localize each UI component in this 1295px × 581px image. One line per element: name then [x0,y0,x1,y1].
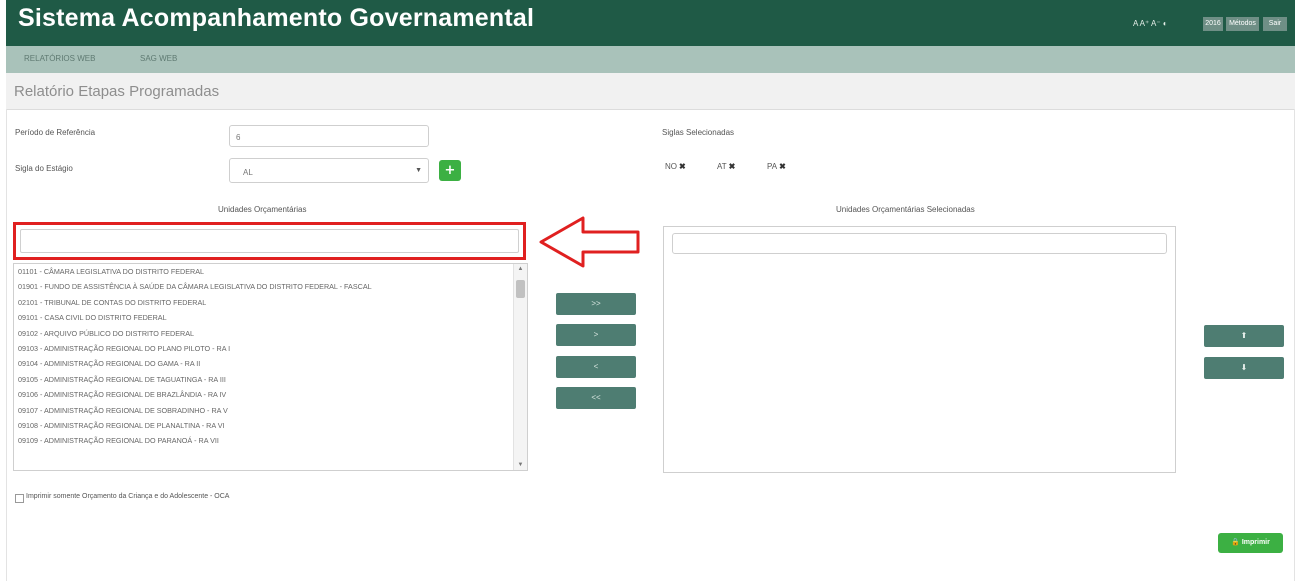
sigla-chip-pa: PA ✖ [767,162,786,171]
frame-border-left [6,109,7,581]
unidades-title: Unidades Orçamentárias [218,205,307,214]
periodo-input[interactable]: 6 [229,125,429,147]
chevron-down-icon: ▼ [415,167,422,174]
oca-checkbox-label: Imprimir somente Orçamento da Criança e … [26,493,230,500]
oca-checkbox[interactable] [15,494,24,503]
left-arrow-annotation [539,216,640,268]
sigla-chip-no: NO ✖ [665,162,686,171]
page-title-bar: Relatório Etapas Programadas [6,73,1295,110]
list-item[interactable]: 09101 - CASA CIVIL DO DISTRITO FEDERAL [14,310,527,325]
print-button[interactable]: 🔒 Imprimir [1218,533,1283,553]
move-right-button[interactable]: > [556,324,636,346]
move-all-left-button[interactable]: << [556,387,636,409]
app-title: Sistema Acompanhamento Governamental [18,4,535,32]
unidades-search-input[interactable] [20,229,519,253]
unidades-list-items: 01101 - CÂMARA LEGISLATIVA DO DISTRITO F… [14,264,527,449]
sigla-estagio-value: AL [243,168,253,177]
font-size-controls[interactable]: A A⁺ A⁻ ◐ [1133,19,1168,28]
periodo-label: Período de Referência [15,128,96,137]
scroll-thumb[interactable] [516,280,525,298]
metodos-button[interactable]: Métodos [1226,17,1259,31]
logout-button[interactable]: Sair [1263,17,1287,31]
move-down-button[interactable]: ⬇ [1204,357,1284,379]
list-item[interactable]: 02101 - TRIBUNAL DE CONTAS DO DISTRITO F… [14,295,527,310]
add-sigla-button[interactable]: + [439,160,461,181]
sigla-estagio-label: Sigla do Estágio [15,164,73,173]
selecionadas-title: Unidades Orçamentárias Selecionadas [836,205,975,214]
scroll-down-icon[interactable]: ▼ [514,462,527,468]
highlighted-search-box [13,222,526,260]
remove-icon[interactable]: ✖ [729,162,736,171]
lock-icon: 🔒 [1231,539,1240,546]
list-item[interactable]: 01101 - CÂMARA LEGISLATIVA DO DISTRITO F… [14,264,527,279]
list-item[interactable]: 09106 - ADMINISTRAÇÃO REGIONAL DE BRAZLÂ… [14,387,527,402]
periodo-value: 6 [236,133,241,142]
unidades-list[interactable]: 01101 - CÂMARA LEGISLATIVA DO DISTRITO F… [13,263,528,471]
list-scrollbar[interactable]: ▲ ▼ [513,264,527,470]
list-item[interactable]: 09104 - ADMINISTRAÇÃO REGIONAL DO GAMA -… [14,356,527,371]
move-up-button[interactable]: ⬆ [1204,325,1284,347]
list-item[interactable]: 09102 - ARQUIVO PÚBLICO DO DISTRITO FEDE… [14,326,527,341]
move-left-button[interactable]: < [556,356,636,378]
list-item[interactable]: 09107 - ADMINISTRAÇÃO REGIONAL DE SOBRAD… [14,403,527,418]
page-title: Relatório Etapas Programadas [14,83,220,100]
list-item[interactable]: 01901 - FUNDO DE ASSISTÊNCIA À SAÚDE DA … [14,279,527,294]
sigla-chip-at: AT ✖ [717,162,736,171]
siglas-selecionadas-label: Siglas Selecionadas [662,128,735,137]
selecionadas-search-input[interactable] [672,233,1167,254]
list-item[interactable]: 09109 - ADMINISTRAÇÃO REGIONAL DO PARANO… [14,433,527,448]
selecionadas-list[interactable] [663,226,1176,473]
move-all-right-button[interactable]: >> [556,293,636,315]
print-button-label: Imprimir [1241,539,1270,546]
remove-icon[interactable]: ✖ [779,162,786,171]
scroll-up-icon[interactable]: ▲ [514,266,527,272]
list-item[interactable]: 09103 - ADMINISTRAÇÃO REGIONAL DO PLANO … [14,341,527,356]
sigla-estagio-select[interactable]: AL ▼ [229,158,429,183]
list-item[interactable]: 09105 - ADMINISTRAÇÃO REGIONAL DE TAGUAT… [14,372,527,387]
main-nav: RELATÓRIOS WEB SAG WEB [6,46,1295,73]
nav-relatorios-web[interactable]: RELATÓRIOS WEB [24,54,95,63]
year-button[interactable]: 2016 [1203,17,1223,31]
remove-icon[interactable]: ✖ [679,162,686,171]
app-header: Sistema Acompanhamento Governamental A A… [6,0,1295,46]
nav-sag-web[interactable]: SAG WEB [140,54,177,63]
list-item[interactable]: 09108 - ADMINISTRAÇÃO REGIONAL DE PLANAL… [14,418,527,433]
